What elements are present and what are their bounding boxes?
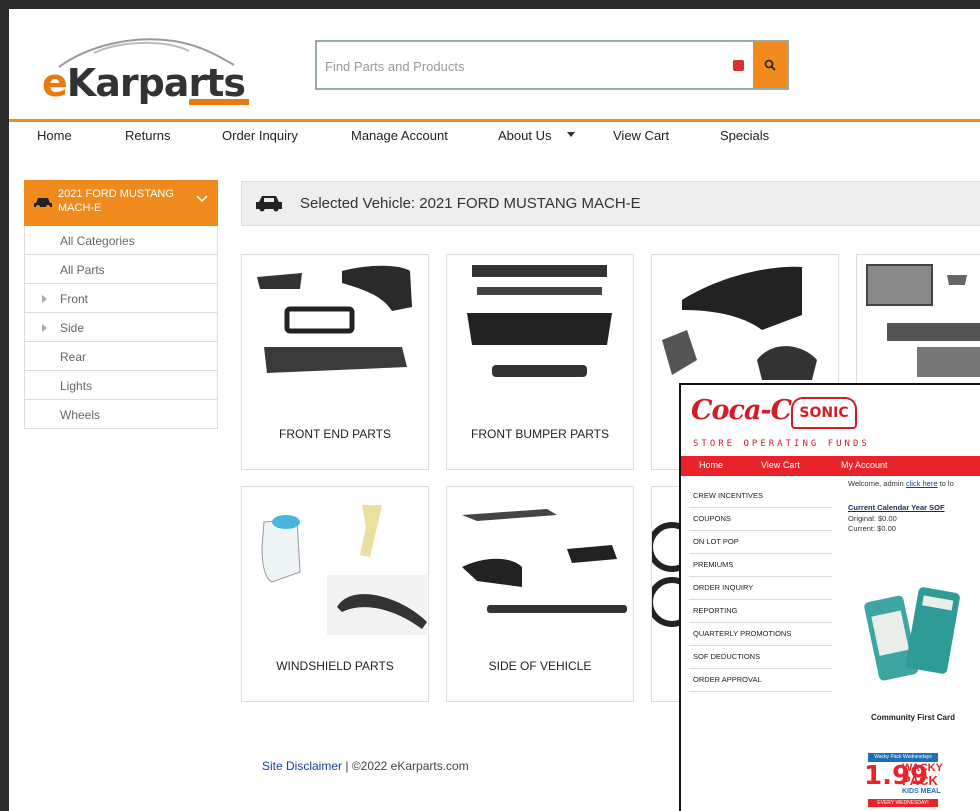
sonic-logo: SONIC [791,397,857,429]
nav-about-us[interactable]: About Us [498,128,551,143]
sidebar-item-front[interactable]: Front [24,284,218,313]
store-menu-item[interactable]: ON LOT POP [689,531,832,554]
browser-page: eKarparts Home Returns Order Inquiry Man… [9,9,980,811]
sidebar-item-wheels[interactable]: Wheels [24,400,218,429]
store-menu-item[interactable]: CREW INCENTIVES [689,485,832,508]
vehicle-name: 2021 FORD MUSTANG MACH-E [58,188,174,214]
store-subtitle: STORE OPERATING FUNDS [693,439,870,449]
expand-arrow-icon[interactable] [42,324,47,332]
nav-order-inquiry[interactable]: Order Inquiry [222,128,298,143]
sidebar-item-lights[interactable]: Lights [24,371,218,400]
category-label: SIDE OF VEHICLE [488,659,592,673]
category-card-front-bumper[interactable]: FRONT BUMPER PARTS [446,254,634,470]
click-here-link[interactable]: click here [906,479,938,488]
footer-separator: | [342,759,352,773]
search-input[interactable] [317,42,727,90]
sidebar-item-label: All Parts [60,263,105,277]
sidebar-item-rear[interactable]: Rear [24,342,218,371]
windshield-parts-image [261,505,427,635]
sof-original: Original: $0.00 [848,514,897,523]
store-menu-item[interactable]: REPORTING [689,600,832,623]
store-menu-item[interactable]: COUPONS [689,508,832,531]
nav-home[interactable]: Home [37,128,72,143]
search-icon [764,59,776,71]
welcome-text: Welcome, admin [848,479,906,488]
category-card-side[interactable]: SIDE OF VEHICLE [446,486,634,702]
search-button[interactable] [753,42,787,88]
sof-title[interactable]: Current Calendar Year SOF [848,503,945,512]
sof-current: Current: $0.00 [848,524,896,533]
promo-name-2: PACK [902,773,938,788]
store-nav: Home View Cart My Account [681,456,980,476]
selected-vehicle-bar: Selected Vehicle: 2021 FORD MUSTANG MACH… [241,181,980,226]
wacky-pack-promo[interactable]: Wacky Pack Wednesdays 1.99 WACKY PACK KI… [864,753,944,811]
side-of-vehicle-image [462,509,627,613]
welcome-line: Welcome, admin click here to lo [848,479,954,488]
store-menu-item[interactable]: PREMIUMS [689,554,832,577]
sidebar-item-label: Rear [60,350,87,364]
site-header: eKarparts [9,9,980,119]
welcome-tail: to lo [937,479,954,488]
vehicle-selector[interactable]: 2021 FORD MUSTANG MACH-E [24,180,218,226]
store-nav-my-account[interactable]: My Account [841,460,888,470]
promo-footer: EVERY WEDNESDAY! [868,799,938,807]
car-icon [256,196,282,212]
toolbar-extension-icon[interactable] [733,60,744,71]
front-end-parts-image [257,265,412,373]
sidebar-item-label: Lights [60,379,93,393]
chevron-down-icon [196,195,208,203]
chevron-down-icon[interactable] [567,132,575,137]
nav-returns[interactable]: Returns [125,128,171,143]
store-brand-header: Coca-Cola. SONIC STORE OPERATING FUNDS [681,385,980,453]
category-sidebar: 2021 FORD MUSTANG MACH-E All Categories … [24,180,218,429]
front-bumper-parts-image [467,265,612,377]
footer-copyright: ©2022 eKarparts.com [351,759,469,773]
category-label: WINDSHIELD PARTS [276,659,394,673]
selected-vehicle-label: Selected Vehicle: 2021 FORD MUSTANG MACH… [300,195,641,212]
overlay-store-window[interactable]: Coca-Cola. SONIC STORE OPERATING FUNDS H… [679,383,980,811]
category-label: FRONT END PARTS [278,427,391,441]
sidebar-item-label: Front [60,292,89,306]
nav-manage-account[interactable]: Manage Account [351,128,448,143]
category-card-windshield[interactable]: WINDSHIELD PARTS [241,486,429,702]
store-menu-item[interactable]: ORDER APPROVAL [689,669,832,692]
community-card-label: Community First Card [871,713,956,722]
category-card-front-end[interactable]: FRONT END PARTS [241,254,429,470]
sidebar-item-label: Wheels [60,408,101,422]
store-menu-item[interactable]: ORDER INQUIRY [689,577,832,600]
site-logo[interactable]: eKarparts [39,31,259,111]
search-box [315,40,789,90]
community-card-image[interactable] [861,581,971,691]
sidebar-item-label: Side [60,321,85,335]
car-icon [34,198,52,209]
site-disclaimer-link[interactable]: Site Disclaimer [262,759,342,773]
sidebar-item-all-categories[interactable]: All Categories [24,226,218,255]
category-label: FRONT BUMPER PARTS [470,427,610,441]
main-nav: Home Returns Order Inquiry Manage Accoun… [9,119,980,151]
store-nav-home[interactable]: Home [699,460,723,470]
nav-specials[interactable]: Specials [720,128,769,143]
nav-view-cart[interactable]: View Cart [613,128,669,143]
store-nav-view-cart[interactable]: View Cart [761,460,800,470]
sidebar-item-label: All Categories [60,234,135,248]
expand-arrow-icon[interactable] [42,295,47,303]
store-menu: CREW INCENTIVES COUPONS ON LOT POP PREMI… [689,485,832,692]
store-menu-item[interactable]: SOF DEDUCTIONS [689,646,832,669]
promo-name-3: KIDS MEAL [902,788,941,795]
site-footer: Site Disclaimer | ©2022 eKarparts.com [262,759,469,773]
sidebar-item-all-parts[interactable]: All Parts [24,255,218,284]
logo-underline [189,99,249,105]
sidebar-item-side[interactable]: Side [24,313,218,342]
store-menu-item[interactable]: QUARTERLY PROMOTIONS [689,623,832,646]
